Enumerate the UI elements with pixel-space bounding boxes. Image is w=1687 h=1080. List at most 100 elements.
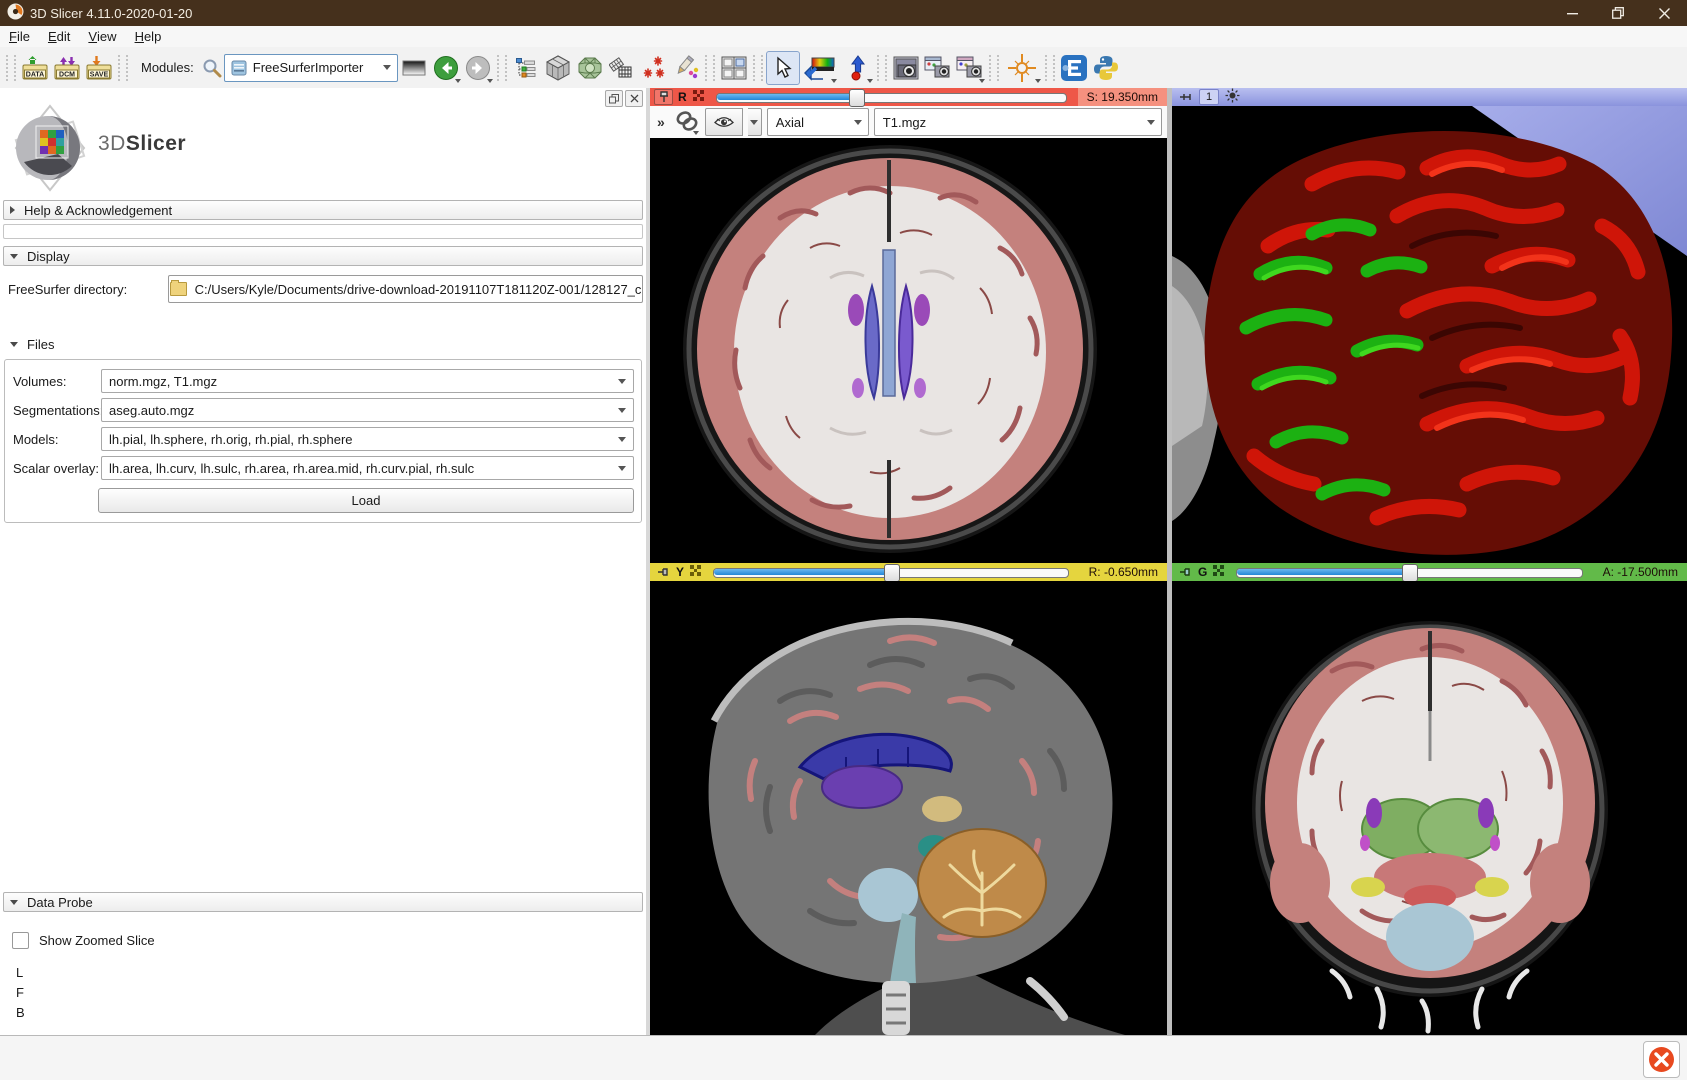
svg-text:DATA: DATA — [26, 71, 44, 78]
menu-view[interactable]: View — [79, 26, 125, 47]
freesurfer-directory-button[interactable]: C:/Users/Kyle/Documents/drive-download-2… — [168, 275, 643, 303]
link-views-icon[interactable] — [674, 109, 700, 136]
volumes-value: norm.mgz, T1.mgz — [109, 374, 618, 389]
slice-intersection-icon[interactable] — [1212, 564, 1225, 580]
volume-cube-icon[interactable] — [542, 52, 574, 84]
slice-intersection-icon[interactable] — [689, 564, 702, 580]
slider-handle[interactable] — [884, 564, 900, 582]
volume-rendering-icon[interactable] — [574, 52, 606, 84]
extensions-manager-icon[interactable] — [1058, 52, 1090, 84]
visibility-dropdown[interactable] — [748, 108, 762, 136]
scalar-overlay-label: Scalar overlay: — [10, 461, 101, 476]
place-fiducial-button[interactable] — [842, 52, 874, 84]
toolbar-separator — [1045, 55, 1055, 81]
yellow-slice-slider[interactable] — [713, 567, 1069, 577]
error-log-button[interactable] — [1643, 1041, 1680, 1078]
slider-fill — [717, 94, 855, 100]
scalar-overlay-select[interactable]: lh.area, lh.curv, lh.sulc, rh.area, rh.a… — [101, 456, 634, 480]
slider-handle[interactable] — [1402, 564, 1418, 582]
segmentations-select[interactable]: aseg.auto.mgz — [101, 398, 634, 422]
svg-text:SAVE: SAVE — [90, 71, 109, 78]
restore-icon[interactable] — [1595, 0, 1641, 26]
module-hierarchy-icon[interactable] — [510, 52, 542, 84]
svg-text:DCM: DCM — [59, 71, 75, 78]
scene-view-restore-icon[interactable] — [954, 52, 986, 84]
volume-select[interactable]: T1.mgz — [874, 108, 1162, 136]
slice-letter: G — [1198, 565, 1207, 579]
status-bar — [0, 1035, 1687, 1080]
slicer-application: 3D Slicer 4.11.0-2020-01-20 File Edit Vi… — [0, 0, 1687, 1080]
minimize-icon[interactable] — [1549, 0, 1595, 26]
menu-edit[interactable]: Edit — [39, 26, 79, 47]
main-toolbar: DATA DCM SAVE Modules: — [0, 47, 1687, 89]
dicom-button[interactable]: DCM — [51, 52, 83, 84]
show-zoomed-slice-checkbox[interactable] — [12, 932, 29, 949]
screenshot-icon[interactable] — [890, 52, 922, 84]
expanded-arrow-icon — [10, 254, 18, 259]
load-data-button[interactable]: DATA — [19, 52, 51, 84]
green-slice-view: G A: -17.500mm — [1172, 563, 1687, 1035]
show-zoomed-slice-label: Show Zoomed Slice — [39, 933, 155, 948]
mouse-interaction-button[interactable] — [766, 51, 800, 85]
spin-view-icon[interactable] — [1225, 88, 1240, 106]
green-slice-controller-bar: G A: -17.500mm — [1172, 563, 1687, 581]
files-section-header[interactable]: Files — [3, 334, 643, 354]
collapsed-section-bar[interactable] — [3, 224, 643, 239]
models-select[interactable]: lh.pial, lh.sphere, rh.orig, rh.pial, rh… — [101, 427, 634, 451]
toolbar-separator — [989, 55, 999, 81]
ruler-grid-icon[interactable] — [606, 52, 638, 84]
load-button-label: Load — [352, 493, 381, 508]
modules-label: Modules: — [141, 60, 194, 75]
menu-bar: File Edit View Help — [0, 26, 1687, 48]
pin-icon[interactable] — [654, 565, 671, 579]
menu-file[interactable]: File — [0, 26, 39, 47]
undock-panel-icon[interactable] — [605, 90, 623, 107]
crosshair-icon[interactable] — [1002, 52, 1042, 84]
annotations-pen-icon[interactable] — [670, 52, 702, 84]
volumes-select[interactable]: norm.mgz, T1.mgz — [101, 369, 634, 393]
threed-view-label: 1 — [1199, 89, 1219, 105]
data-probe-header[interactable]: Data Probe — [3, 892, 643, 912]
load-button[interactable]: Load — [98, 488, 634, 513]
green-slice-slider[interactable] — [1236, 567, 1582, 577]
module-selector[interactable]: FreeSurferImporter — [224, 54, 398, 82]
module-search-icon[interactable] — [200, 52, 224, 84]
pin-icon[interactable] — [654, 89, 673, 105]
slider-handle[interactable] — [849, 89, 865, 107]
axial-slice-image[interactable] — [650, 138, 1167, 563]
close-panel-icon[interactable] — [625, 90, 643, 107]
chevron-down-icon — [383, 65, 391, 70]
scene-view-capture-icon[interactable] — [922, 52, 954, 84]
sagittal-slice-image[interactable] — [650, 581, 1167, 1035]
coronal-slice-image[interactable] — [1172, 581, 1687, 1035]
save-button[interactable]: SAVE — [83, 52, 115, 84]
visibility-eye-button[interactable] — [705, 108, 743, 136]
layout-selector-icon[interactable] — [718, 52, 750, 84]
more-options-button[interactable]: » — [653, 114, 669, 130]
help-section-label: Help & Acknowledgement — [24, 203, 172, 218]
red-slice-slider[interactable] — [716, 92, 1067, 102]
history-forward-button[interactable] — [462, 52, 494, 84]
transforms-icon[interactable] — [800, 52, 838, 84]
toolbar-separator — [753, 55, 763, 81]
pin-icon[interactable] — [1176, 565, 1193, 579]
threed-scene[interactable] — [1172, 106, 1687, 563]
history-back-button[interactable] — [430, 52, 462, 84]
close-icon[interactable] — [1641, 0, 1687, 26]
probe-row-b: B — [16, 1003, 646, 1023]
orientation-select[interactable]: Axial — [767, 108, 869, 136]
slice-intersection-icon[interactable] — [692, 89, 705, 105]
module-history-icon[interactable] — [398, 52, 430, 84]
chevron-down-icon — [618, 466, 626, 471]
slider-fill — [1237, 569, 1408, 575]
slice-offset-value: S: 19.350mm — [1078, 88, 1167, 106]
pin-icon[interactable] — [1176, 90, 1193, 104]
menu-help[interactable]: Help — [126, 26, 171, 47]
help-acknowledgement-header[interactable]: Help & Acknowledgement — [3, 200, 643, 220]
expanded-arrow-icon — [10, 342, 18, 347]
display-section-header[interactable]: Display — [3, 246, 643, 266]
chevron-down-icon — [618, 437, 626, 442]
python-console-icon[interactable] — [1090, 52, 1122, 84]
slice-offset-value: R: -0.650mm — [1080, 563, 1167, 581]
markups-fiducials-icon[interactable] — [638, 52, 670, 84]
